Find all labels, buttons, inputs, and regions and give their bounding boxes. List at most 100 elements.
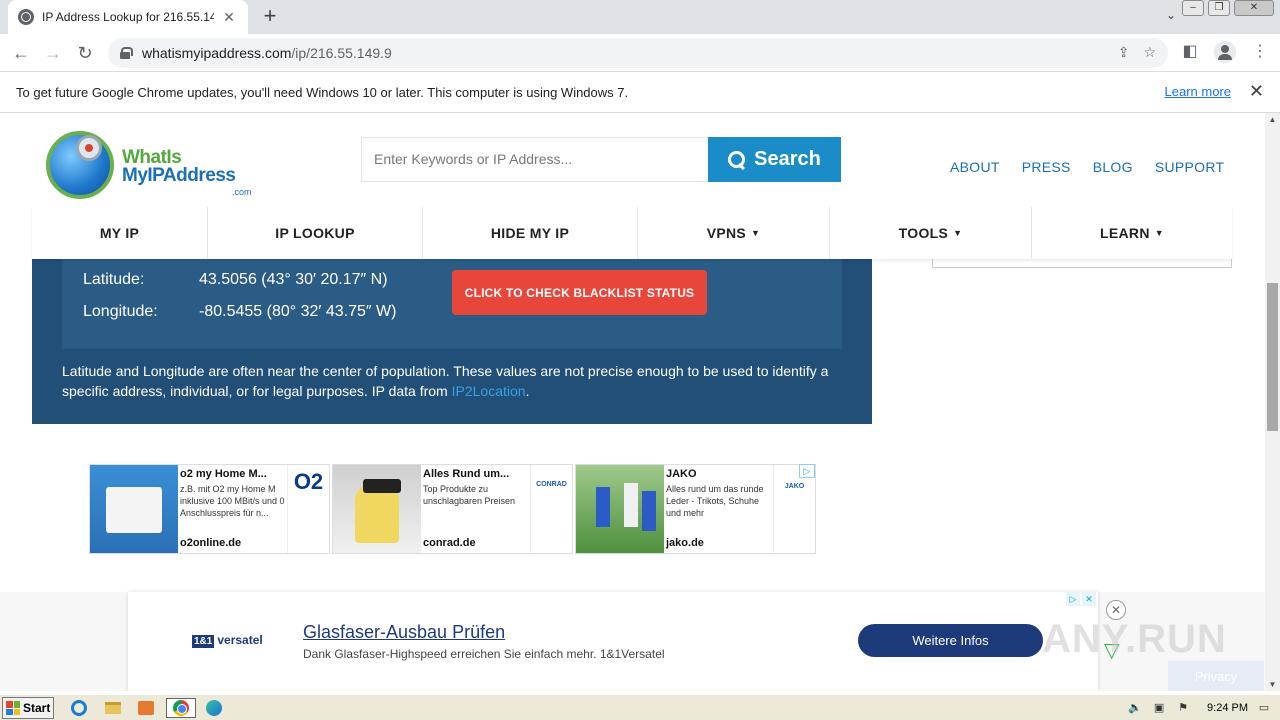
privacy-button[interactable]: Privacy — [1168, 661, 1264, 691]
versatel-logo: 1&1 versatel — [192, 633, 263, 648]
address-bar[interactable]: whatismyipaddress.com/ip/216.55.149.9 ⇪ … — [108, 38, 1168, 68]
action-center-flag-icon[interactable]: ⚑ — [1175, 701, 1191, 715]
side-panel-icon[interactable]: ◧ — [1178, 40, 1202, 64]
main-nav: MY IP IP LOOKUP HIDE MY IP VPNS ▼ TOOLS ▼ … — [32, 207, 1232, 259]
ad-description: Top Produkte zu unschlagbaren Preisen — [423, 484, 516, 506]
nav-item-tools[interactable]: TOOLS ▼ — [830, 207, 1032, 259]
media-player-icon[interactable] — [135, 698, 157, 718]
window-controls: – ❐ ✕ — [1182, 0, 1274, 16]
browser-tab[interactable]: IP Address Lookup for 216.55.149.9 ✕ — [8, 0, 248, 34]
scroll-up-arrow-icon[interactable]: ▲ — [1268, 115, 1277, 124]
longitude-row: Longitude: -80.5455 (80° 32′ 43.75″ W) — [83, 303, 396, 321]
longitude-value: -80.5455 (80° 32′ 43.75″ W) — [199, 303, 397, 320]
geo-disclaimer: Latitude and Longitude are often near th… — [62, 361, 842, 401]
banner-adchoices[interactable]: ▷ ✕ — [1066, 592, 1096, 606]
share-icon[interactable]: ⇪ — [1118, 44, 1130, 61]
chrome-taskbar-icon[interactable] — [166, 698, 196, 718]
dropdown-caret-icon: ▼ — [953, 228, 963, 238]
maximize-button[interactable]: ❐ — [1208, 0, 1230, 16]
site-logo[interactable]: WhatIs MyIPAddress .com — [46, 131, 266, 203]
minimize-button[interactable]: – — [1182, 0, 1204, 16]
ad-image — [576, 465, 664, 553]
ad-image — [90, 465, 178, 553]
system-tray: 🔈 ▣ ⚑ 9:24 PM ▭ — [1127, 695, 1280, 720]
lock-icon[interactable] — [120, 47, 133, 59]
top-links: ABOUT PRESS BLOG SUPPORT — [950, 159, 1224, 175]
tab-strip: IP Address Lookup for 216.55.149.9 ✕ + ⌄… — [0, 0, 1280, 34]
start-button[interactable]: Start — [2, 697, 54, 719]
network-icon[interactable]: ▣ — [1151, 701, 1167, 715]
scrollbar-thumb[interactable] — [1267, 283, 1278, 431]
dropdown-caret-icon: ▼ — [751, 228, 761, 238]
learn-more-link[interactable]: Learn more — [1165, 84, 1231, 99]
scroll-down-arrow-icon[interactable]: ▼ — [1268, 680, 1277, 689]
nav-label: VPNS — [706, 225, 747, 241]
close-window-button[interactable]: ✕ — [1234, 0, 1274, 16]
logo-text-line2: MyIPAddress — [122, 165, 236, 186]
nav-item-hide-my-ip[interactable]: HIDE MY IP — [423, 207, 638, 259]
dropdown-caret-icon: ▼ — [1154, 228, 1164, 238]
nav-label: HIDE MY IP — [490, 225, 570, 241]
nav-item-learn[interactable]: LEARN ▼ — [1032, 207, 1232, 259]
infobar-message: To get future Google Chrome updates, you… — [16, 84, 629, 100]
ad-conrad[interactable]: Alles Rund um... Top Produkte zu unschla… — [332, 464, 573, 554]
press-link[interactable]: PRESS — [1022, 159, 1071, 175]
adchoices-icon: ▷ — [1066, 592, 1080, 606]
volume-icon[interactable]: 🔈 — [1127, 701, 1143, 715]
ad-brand-logo: O2 — [287, 465, 329, 553]
search-button-label: Search — [754, 148, 821, 170]
banner-subtitle: Dank Glasfaser-Highspeed erreichen Sie e… — [303, 647, 665, 661]
nav-item-ip-lookup[interactable]: IP LOOKUP — [208, 207, 423, 259]
about-link[interactable]: ABOUT — [950, 159, 1000, 175]
adchoices-icon[interactable]: ▷ — [799, 464, 815, 478]
reload-icon[interactable]: ↻ — [72, 40, 98, 66]
tab-close-icon[interactable]: ✕ — [220, 9, 238, 26]
latitude-row: Latitude: 43.5056 (43° 30′ 20.17″ N) — [83, 271, 388, 289]
support-link[interactable]: SUPPORT — [1155, 159, 1225, 175]
ad-jako[interactable]: JAKO Alles rund um das runde Leder - Tri… — [575, 464, 816, 554]
nav-label: IP LOOKUP — [275, 225, 355, 241]
new-tab-button[interactable]: + — [258, 5, 282, 29]
nav-label: MY IP — [99, 225, 140, 241]
ad-title: JAKO — [666, 468, 697, 480]
search-input[interactable]: Enter Keywords or IP Address... — [361, 137, 709, 182]
profile-avatar-icon[interactable] — [1214, 41, 1236, 63]
tab-search-chevron-icon[interactable]: ⌄ — [1166, 8, 1176, 22]
blog-link[interactable]: BLOG — [1093, 159, 1133, 175]
sidebar-box — [932, 259, 1232, 268]
page-scrollbar[interactable]: ▲ ▼ — [1265, 113, 1280, 691]
clock[interactable]: 9:24 PM — [1207, 702, 1248, 714]
search-button[interactable]: Search — [708, 137, 841, 182]
back-arrow-icon[interactable]: ← — [8, 40, 34, 66]
ad-domain: o2online.de — [180, 537, 242, 549]
file-explorer-icon[interactable] — [102, 698, 124, 718]
geolocation-panel: Latitude: 43.5056 (43° 30′ 20.17″ N) Long… — [32, 259, 872, 424]
geo-note-end: . — [525, 383, 530, 399]
ad-brand-logo: JAKO — [773, 465, 815, 553]
ad-image — [333, 465, 421, 553]
anyrun-watermark: ANY.RUN — [1042, 617, 1227, 661]
edge-icon[interactable] — [203, 698, 225, 718]
update-infobar: To get future Google Chrome updates, you… — [0, 72, 1280, 113]
nav-item-my-ip[interactable]: MY IP — [32, 207, 208, 259]
forward-arrow-icon[interactable]: → — [40, 40, 66, 66]
latitude-label: Latitude: — [83, 271, 145, 288]
ad-o2[interactable]: o2 my Home M... z.B. mit O2 my Home M in… — [89, 464, 330, 554]
ad-description: Alles rund um das runde Leder - Trikots,… — [666, 484, 764, 518]
menu-kebab-icon[interactable]: ⋮ — [1248, 40, 1272, 64]
versatel-banner-ad[interactable]: 1&1 versatel Glasfaser-Ausbau Prüfen Dank… — [128, 592, 1126, 691]
infobar-close-icon[interactable]: ✕ — [1249, 81, 1264, 102]
ad-domain: jako.de — [666, 537, 704, 549]
internet-explorer-icon[interactable] — [68, 698, 90, 718]
ip2location-link[interactable]: IP2Location — [452, 383, 526, 399]
bookmark-star-icon[interactable]: ☆ — [1143, 44, 1156, 61]
banner-title[interactable]: Glasfaser-Ausbau Prüfen — [303, 622, 505, 643]
show-desktop-icon[interactable]: ▭ — [1256, 701, 1272, 715]
banner-cta-button[interactable]: Weitere Infos — [858, 624, 1043, 657]
nav-item-vpns[interactable]: VPNS ▼ — [638, 207, 830, 259]
tab-title: IP Address Lookup for 216.55.149.9 — [42, 10, 214, 24]
blacklist-check-button[interactable]: CLICK TO CHECK BLACKLIST STATUS — [452, 270, 707, 315]
nav-label: LEARN — [1100, 225, 1150, 241]
latitude-value: 43.5056 (43° 30′ 20.17″ N) — [199, 271, 388, 288]
ad-description: z.B. mit O2 my Home M inklusive 100 MBit… — [180, 484, 285, 518]
